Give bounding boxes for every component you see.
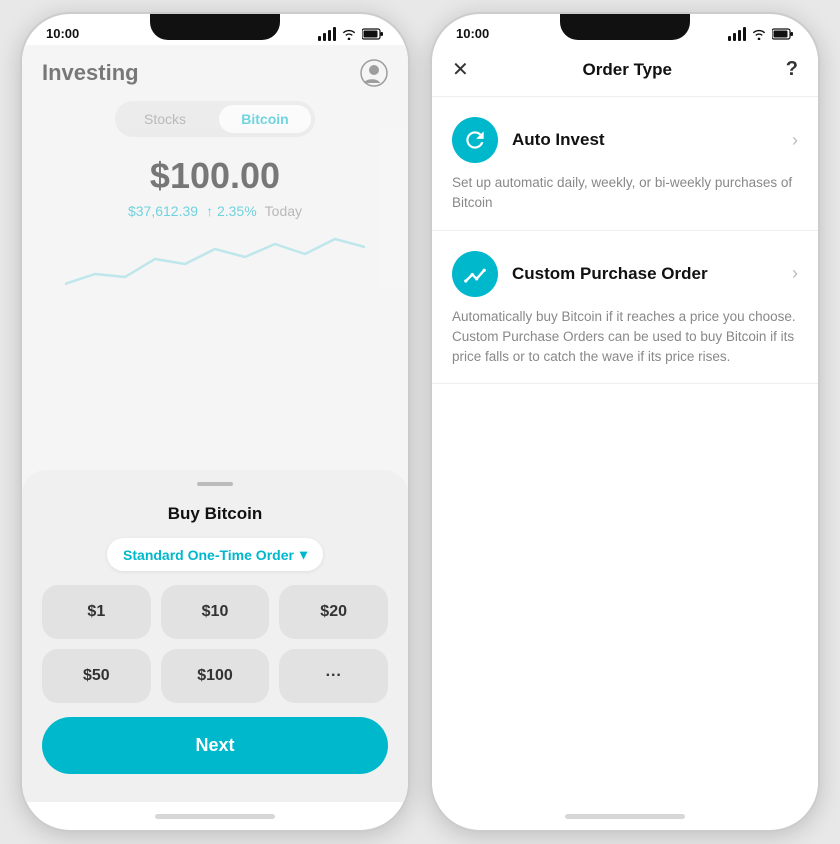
next-button[interactable]: Next	[42, 717, 388, 774]
amount-grid: $1 $10 $20 $50 $100 ···	[42, 585, 388, 703]
investing-bg: Investing Stocks Bitcoin $100.00 $37,612…	[22, 45, 408, 289]
left-phone: 10:00 Investing	[20, 12, 410, 832]
chart-wave-icon	[462, 261, 488, 287]
tab-bitcoin[interactable]: Bitcoin	[219, 105, 311, 133]
home-bar-left	[155, 814, 275, 819]
status-icons-right	[728, 27, 794, 41]
battery-icon-right	[772, 28, 794, 40]
amount-btn-more[interactable]: ···	[279, 649, 388, 703]
order-type-label: Standard One-Time Order	[123, 547, 294, 563]
order-type-title: Order Type	[583, 60, 672, 80]
auto-invest-row: Auto Invest ›	[452, 117, 798, 163]
amount-btn-10[interactable]: $10	[161, 585, 270, 639]
battery-icon	[362, 28, 384, 40]
custom-purchase-left: Custom Purchase Order	[452, 251, 708, 297]
auto-invest-desc: Set up automatic daily, weekly, or bi-we…	[452, 173, 798, 214]
home-indicator-left	[22, 802, 408, 830]
amount-btn-1[interactable]: $1	[42, 585, 151, 639]
custom-purchase-desc: Automatically buy Bitcoin if it reaches …	[452, 307, 798, 368]
time-right: 10:00	[456, 26, 489, 41]
auto-invest-chevron: ›	[792, 130, 798, 151]
auto-invest-left: Auto Invest	[452, 117, 605, 163]
right-phone: 10:00 ✕ Order Type ?	[430, 12, 820, 832]
custom-purchase-chevron: ›	[792, 263, 798, 284]
profile-icon[interactable]	[360, 59, 388, 87]
custom-purchase-row: Custom Purchase Order ›	[452, 251, 798, 297]
custom-purchase-name: Custom Purchase Order	[512, 264, 708, 284]
help-button[interactable]: ?	[786, 58, 798, 81]
signal-icon-right	[728, 27, 746, 41]
chevron-down-icon: ▾	[300, 546, 307, 563]
price-change: ↑ 2.35%	[206, 203, 257, 219]
time-left: 10:00	[46, 26, 79, 41]
order-type-header: ✕ Order Type ?	[432, 45, 818, 97]
bottom-sheet: Buy Bitcoin Standard One-Time Order ▾ $1…	[22, 470, 408, 802]
chart-area	[42, 229, 388, 289]
investing-title: Investing	[42, 60, 139, 86]
auto-invest-option[interactable]: Auto Invest › Set up automatic daily, we…	[432, 97, 818, 231]
home-indicator-right	[432, 802, 818, 830]
order-type-pill[interactable]: Standard One-Time Order ▾	[107, 538, 323, 571]
amount-btn-50[interactable]: $50	[42, 649, 151, 703]
auto-invest-name: Auto Invest	[512, 130, 605, 150]
close-button[interactable]: ✕	[452, 57, 469, 82]
wifi-icon-right	[751, 28, 767, 40]
tabs-row: Stocks Bitcoin	[115, 101, 315, 137]
left-phone-content: Investing Stocks Bitcoin $100.00 $37,612…	[22, 45, 408, 802]
home-bar-right	[565, 814, 685, 819]
refresh-icon	[462, 127, 488, 153]
sheet-handle	[197, 482, 233, 486]
sheet-title: Buy Bitcoin	[168, 504, 262, 524]
custom-purchase-option[interactable]: Custom Purchase Order › Automatically bu…	[432, 231, 818, 385]
notch-right	[560, 14, 690, 40]
price-sub: $37,612.39 ↑ 2.35% Today	[42, 203, 388, 219]
custom-purchase-icon	[452, 251, 498, 297]
wifi-icon	[341, 28, 357, 40]
notch	[150, 14, 280, 40]
amount-btn-20[interactable]: $20	[279, 585, 388, 639]
tab-stocks[interactable]: Stocks	[119, 105, 211, 133]
price-display: $100.00	[42, 155, 388, 197]
btc-price: $37,612.39	[128, 203, 198, 219]
investing-header: Investing	[42, 59, 388, 87]
signal-icon	[318, 27, 336, 41]
price-period: Today	[265, 203, 302, 219]
amount-btn-100[interactable]: $100	[161, 649, 270, 703]
auto-invest-icon	[452, 117, 498, 163]
right-phone-content: ✕ Order Type ? Auto Invest › Set up auto	[432, 45, 818, 802]
status-icons-left	[318, 27, 384, 41]
